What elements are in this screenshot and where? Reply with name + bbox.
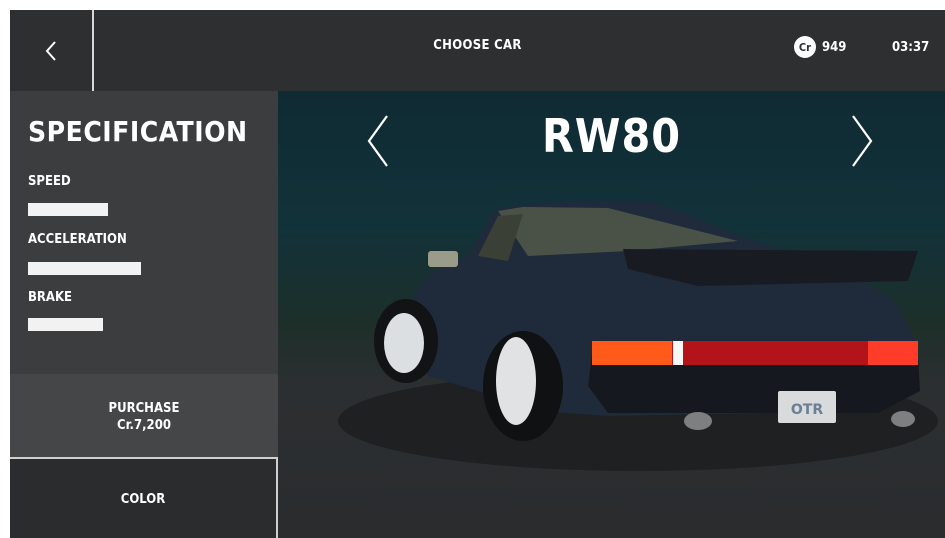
game-screen: CHOOSE CAR Cr 949 03:37 SPECIFICATION SP… (10, 10, 945, 538)
speed-bar (28, 203, 108, 216)
color-button-label: COLOR (120, 492, 166, 507)
top-bar: CHOOSE CAR Cr 949 03:37 (10, 10, 945, 91)
car-illustration: OTR (338, 201, 938, 471)
car-showcase: RW80 OTR (278, 91, 945, 538)
specification-panel: SPECIFICATION SPEED ACCELERATION BRAKE P… (10, 91, 278, 538)
color-button[interactable]: COLOR (10, 457, 278, 538)
specification-title: SPECIFICATION (28, 115, 248, 148)
purchase-label: PURCHASE (108, 401, 180, 416)
speed-label: SPEED (28, 174, 71, 189)
acceleration-bar (28, 262, 141, 275)
brake-bar (28, 318, 103, 331)
credits-display: Cr 949 (794, 36, 846, 58)
purchase-button[interactable]: PURCHASE Cr.7,200 (10, 400, 278, 434)
brake-label: BRAKE (28, 290, 73, 305)
credits-value: 949 (822, 39, 847, 55)
license-plate-text: OTR (791, 402, 823, 418)
purchase-price: Cr.7,200 (117, 418, 171, 433)
clock: 03:37 (892, 40, 930, 55)
acceleration-label: ACCELERATION (28, 232, 127, 247)
credits-coin-icon: Cr (794, 36, 816, 58)
